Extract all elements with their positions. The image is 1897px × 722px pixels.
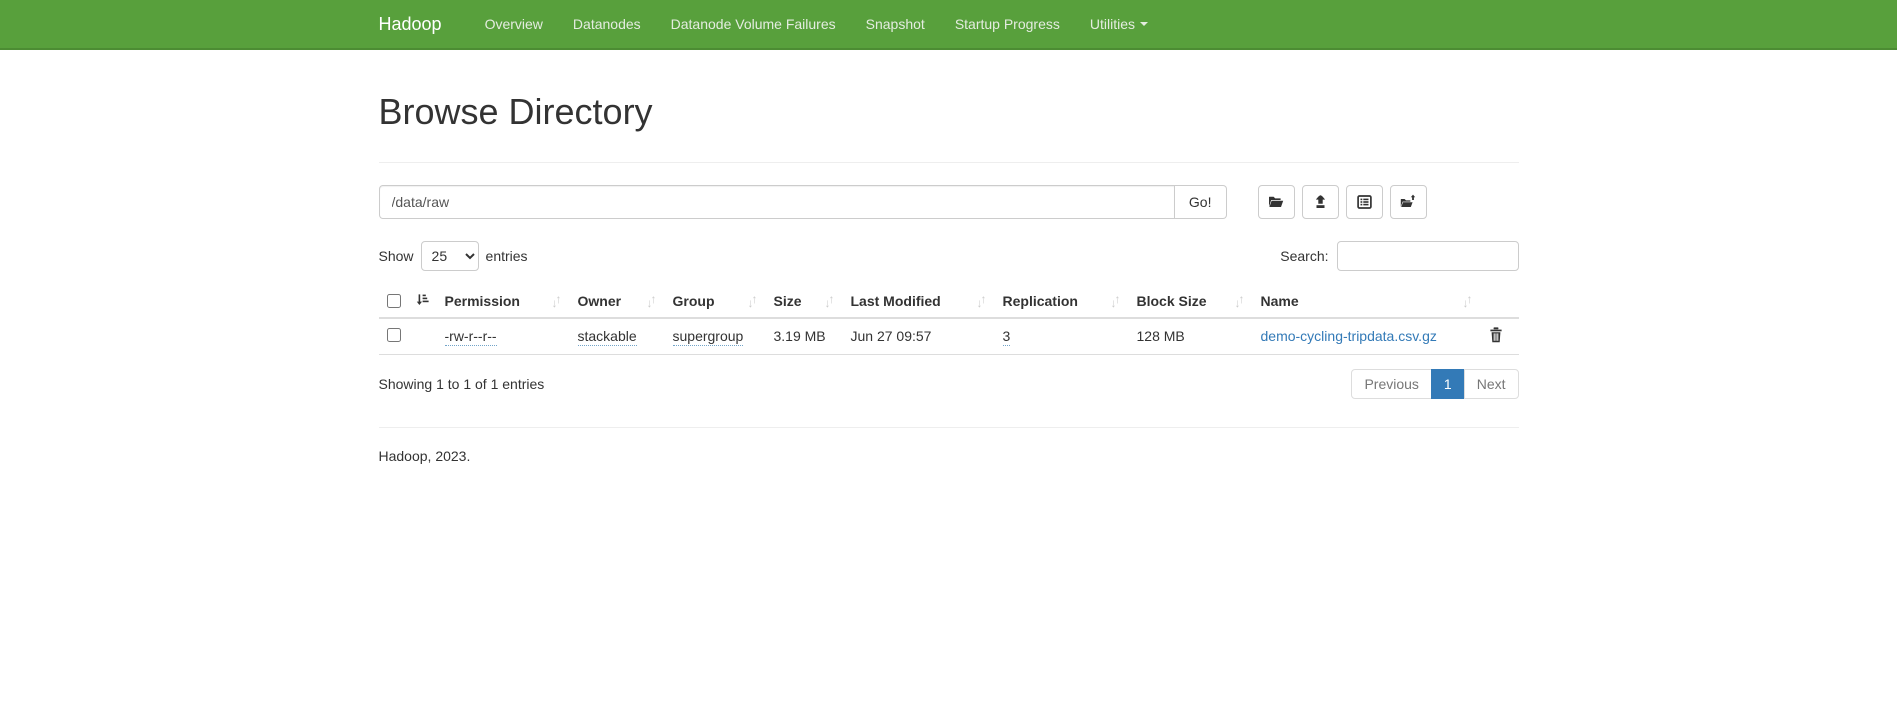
show-label: Show (379, 248, 414, 264)
pagination: Previous 1 Next (1351, 369, 1518, 399)
table-search-input[interactable] (1337, 241, 1519, 271)
table-summary: Showing 1 to 1 of 1 entries (379, 376, 545, 392)
size-value: 3.19 MB (774, 328, 826, 344)
folder-move-icon (1399, 194, 1417, 210)
header-select-all[interactable] (379, 287, 437, 318)
file-action-buttons (1258, 185, 1427, 219)
footer-text: Hadoop, 2023. (379, 448, 1519, 464)
nav-item-datanode-volume-failures[interactable]: Datanode Volume Failures (656, 0, 851, 48)
directory-path-group: Go! (379, 185, 1227, 219)
header-replication[interactable]: Replication ↓↑ (995, 287, 1129, 318)
page-title: Browse Directory (379, 92, 1519, 132)
sort-asc-icon (415, 293, 429, 309)
nav-item-startup-progress[interactable]: Startup Progress (940, 0, 1075, 48)
header-size[interactable]: Size ↓↑ (766, 287, 843, 318)
header-group-label: Group (673, 293, 715, 309)
nav-item-overview[interactable]: Overview (470, 0, 558, 48)
header-permission-label: Permission (445, 293, 520, 309)
site-footer: Hadoop, 2023. (379, 448, 1519, 464)
upload-icon (1312, 194, 1329, 210)
footer-divider (379, 427, 1519, 428)
nav-item-snapshot[interactable]: Snapshot (851, 0, 940, 48)
create-directory-button[interactable] (1258, 185, 1295, 219)
last-modified-value: Jun 27 09:57 (851, 328, 932, 344)
table-row: -rw-r--r-- stackable supergroup 3.19 MB … (379, 318, 1519, 355)
upload-files-button[interactable] (1302, 185, 1339, 219)
group-value[interactable]: supergroup (673, 328, 744, 346)
block-size-value: 128 MB (1137, 328, 1185, 344)
sort-icon: ↓↑ (1111, 294, 1121, 308)
entries-label: entries (486, 248, 528, 264)
sort-icon: ↓↑ (552, 294, 562, 308)
file-name-link[interactable]: demo-cycling-tripdata.csv.gz (1261, 328, 1437, 344)
sort-icon: ↓↑ (825, 294, 835, 308)
header-actions (1481, 287, 1519, 318)
file-table: Permission ↓↑ Owner ↓↑ Group ↓↑ (379, 287, 1519, 355)
owner-value[interactable]: stackable (578, 328, 637, 346)
search-label: Search: (1280, 248, 1328, 264)
row-checkbox[interactable] (387, 328, 401, 342)
sort-icon: ↓↑ (977, 294, 987, 308)
nav-item-utilities-label: Utilities (1090, 16, 1135, 32)
replication-value[interactable]: 3 (1003, 328, 1011, 346)
header-owner[interactable]: Owner ↓↑ (570, 287, 665, 318)
permission-value[interactable]: -rw-r--r-- (445, 328, 497, 346)
header-group[interactable]: Group ↓↑ (665, 287, 766, 318)
delete-file-button[interactable] (1489, 327, 1503, 346)
pagination-previous[interactable]: Previous (1351, 369, 1431, 399)
header-last-modified[interactable]: Last Modified ↓↑ (843, 287, 995, 318)
top-navbar: Hadoop Overview Datanodes Datanode Volum… (0, 0, 1897, 50)
file-list-button[interactable] (1346, 185, 1383, 219)
trash-icon (1489, 327, 1503, 346)
caret-down-icon (1140, 22, 1148, 26)
table-header-row: Permission ↓↑ Owner ↓↑ Group ↓↑ (379, 287, 1519, 318)
table-search-control: Search: (1280, 241, 1518, 271)
header-name[interactable]: Name ↓↑ (1253, 287, 1481, 318)
header-size-label: Size (774, 293, 802, 309)
header-block-size[interactable]: Block Size ↓↑ (1129, 287, 1253, 318)
sort-icon: ↓↑ (1235, 294, 1245, 308)
sort-icon: ↓↑ (748, 294, 758, 308)
folder-open-icon (1267, 194, 1285, 210)
header-permission[interactable]: Permission ↓↑ (437, 287, 570, 318)
navbar-menu: Overview Datanodes Datanode Volume Failu… (470, 0, 1163, 48)
nav-item-datanodes[interactable]: Datanodes (558, 0, 656, 48)
page-header: Browse Directory (379, 92, 1519, 163)
pagination-next[interactable]: Next (1465, 369, 1519, 399)
move-files-button[interactable] (1390, 185, 1427, 219)
nav-item-utilities[interactable]: Utilities (1075, 0, 1163, 48)
header-replication-label: Replication (1003, 293, 1078, 309)
go-button[interactable]: Go! (1175, 185, 1227, 219)
directory-path-input[interactable] (379, 185, 1175, 219)
sort-icon: ↓↑ (1463, 294, 1473, 308)
header-block-size-label: Block Size (1137, 293, 1207, 309)
sort-icon: ↓↑ (647, 294, 657, 308)
th-list-icon (1356, 194, 1373, 210)
page-length-control: Show 25 entries (379, 241, 528, 271)
pagination-page-1[interactable]: 1 (1432, 369, 1465, 399)
header-name-label: Name (1261, 293, 1299, 309)
header-last-modified-label: Last Modified (851, 293, 941, 309)
header-owner-label: Owner (578, 293, 622, 309)
brand-hadoop[interactable]: Hadoop (379, 14, 450, 35)
select-all-checkbox[interactable] (387, 294, 401, 308)
page-size-select[interactable]: 25 (421, 241, 479, 271)
